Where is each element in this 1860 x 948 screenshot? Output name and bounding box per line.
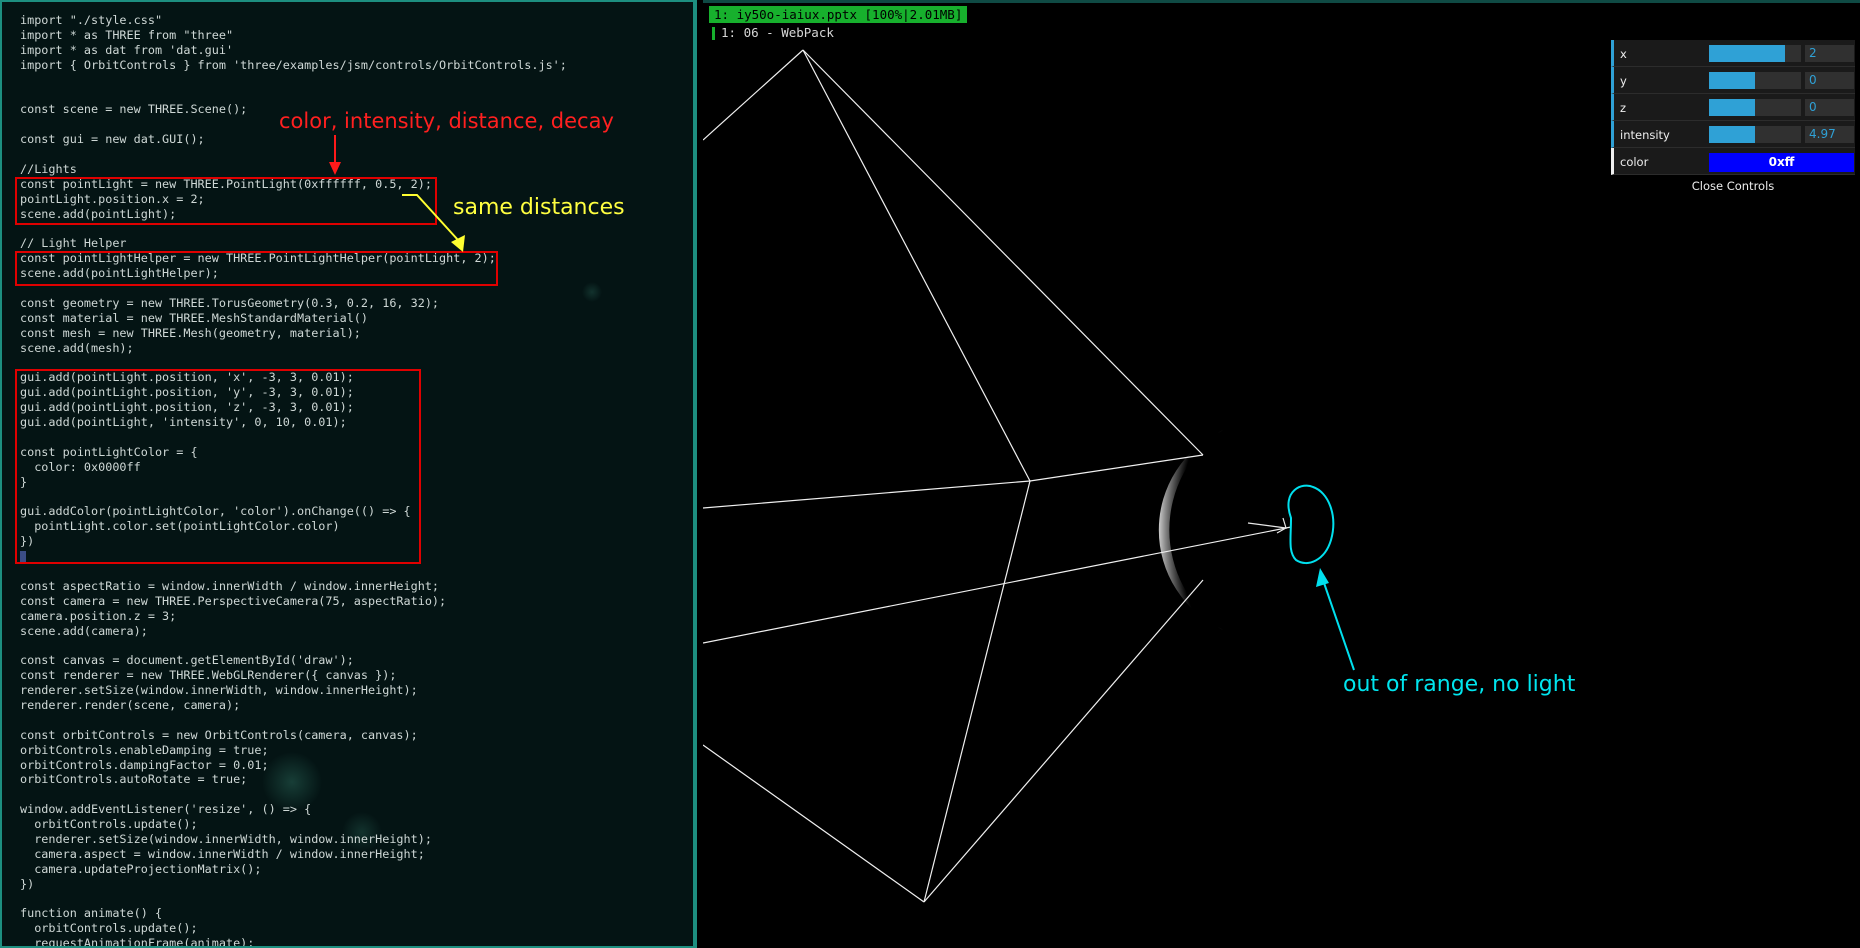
code-line[interactable]: camera.position.z = 3; [20,609,567,624]
annotation-out-of-range: out of range, no light [1343,672,1576,697]
code-line[interactable]: const geometry = new THREE.TorusGeometry… [20,296,567,311]
arrow-cyan-head [1316,568,1329,587]
pointlight-helper-wireframe [703,49,1292,903]
gui-color-swatch[interactable]: 0xff [1709,153,1854,172]
gui-number-input[interactable]: 4.97 [1805,126,1854,143]
code-line[interactable] [20,147,567,162]
gui-slider-fill [1709,99,1755,116]
gui-label: color [1620,155,1649,169]
cyan-circle-annotation [1287,484,1335,565]
code-line[interactable]: scene.add(camera); [20,624,567,639]
gui-number-input[interactable]: 0 [1805,99,1854,116]
gui-slider[interactable] [1709,99,1801,116]
highlight-box-pointlight [15,177,437,225]
code-line[interactable]: import * as THREE from "three" [20,28,567,43]
gui-slider-fill [1709,45,1786,62]
viewer-tab-title[interactable]: 1: iy50o-iaiux.pptx [100%|2.01MB] [709,6,968,23]
code-line[interactable]: orbitControls.autoRotate = true; [20,772,567,787]
code-line[interactable] [20,787,567,802]
code-line[interactable]: orbitControls.enableDamping = true; [20,743,567,758]
gui-slider[interactable] [1709,126,1801,143]
code-line[interactable]: camera.updateProjectionMatrix(); [20,862,567,877]
gui-slider-fill [1709,72,1755,89]
viewer-subtitle-text: 1: 06 - WebPack [721,25,834,40]
code-line[interactable]: const material = new THREE.MeshStandardM… [20,311,567,326]
code-line[interactable] [20,73,567,88]
gui-label: intensity [1620,128,1670,142]
gui-label: x [1620,47,1627,61]
gui-number-input[interactable]: 2 [1805,45,1854,62]
annotation-params: color, intensity, distance, decay [279,109,614,133]
code-line[interactable] [20,713,567,728]
highlight-box-helper [15,251,498,286]
code-line[interactable]: import * as dat from 'dat.gui' [20,43,567,58]
code-line[interactable] [20,87,567,102]
arrow-cyan-line [1322,579,1355,671]
code-line[interactable]: import { OrbitControls } from 'three/exa… [20,58,567,73]
gui-slider-fill [1709,126,1755,143]
code-line[interactable]: renderer.setSize(window.innerWidth, wind… [20,832,567,847]
code-line[interactable]: import "./style.css" [20,13,567,28]
gui-row-color[interactable]: color 0xff [1611,148,1855,175]
viewer-subtitle: 1: 06 - WebPack [712,25,834,40]
gui-number-input[interactable]: 0 [1805,72,1854,89]
code-line[interactable]: camera.aspect = window.innerWidth / wind… [20,847,567,862]
gui-slider[interactable] [1709,72,1801,89]
subtitle-marker [712,27,715,40]
highlight-box-gui [15,369,421,564]
viewer-top-border [703,0,1860,3]
code-line[interactable]: // Light Helper [20,236,567,251]
code-line[interactable]: //Lights [20,162,567,177]
annotation-same-distances: same distances [453,195,625,220]
code-editor[interactable]: import "./style.css" import * as THREE fr… [0,0,697,948]
code-line[interactable]: }) [20,877,567,892]
gui-label: z [1620,101,1627,115]
code-line[interactable] [20,892,567,907]
dat-gui-panel[interactable]: x 2 y 0 z 0 intensity 4.97 color 0xff Close Con… [1611,40,1855,193]
code-line[interactable]: scene.add(mesh); [20,341,567,356]
code-line[interactable]: const orbitControls = new OrbitControls(… [20,728,567,743]
code-line[interactable]: const canvas = document.getElementById('… [20,653,567,668]
code-line[interactable]: orbitControls.update(); [20,921,567,936]
gui-row-x[interactable]: x2 [1611,40,1855,67]
light-helper-arrow [1247,517,1287,534]
gui-row-y[interactable]: y0 [1611,67,1855,94]
code-line[interactable] [20,638,567,653]
close-controls-button[interactable]: Close Controls [1611,175,1855,193]
code-line[interactable]: const mesh = new THREE.Mesh(geometry, ma… [20,326,567,341]
code-line[interactable] [20,564,567,579]
gui-slider[interactable] [1709,45,1801,62]
gui-row-z[interactable]: z0 [1611,94,1855,121]
code-line[interactable]: requestAnimationFrame(animate); [20,936,567,946]
code-line[interactable]: window.addEventListener('resize', () => … [20,802,567,817]
code-line[interactable]: renderer.setSize(window.innerWidth, wind… [20,683,567,698]
code-line[interactable]: orbitControls.dampingFactor = 0.01; [20,758,567,773]
code-line[interactable]: orbitControls.update(); [20,817,567,832]
code-line[interactable]: const camera = new THREE.PerspectiveCame… [20,594,567,609]
code-line[interactable]: function animate() { [20,906,567,921]
code-line[interactable]: renderer.render(scene, camera); [20,698,567,713]
code-line[interactable]: const renderer = new THREE.WebGLRenderer… [20,668,567,683]
code-line[interactable]: const aspectRatio = window.innerWidth / … [20,579,567,594]
gui-label: y [1620,74,1627,88]
gui-row-intensity[interactable]: intensity 4.97 [1611,121,1855,148]
code-line[interactable]: const gui = new dat.GUI(); [20,132,567,147]
